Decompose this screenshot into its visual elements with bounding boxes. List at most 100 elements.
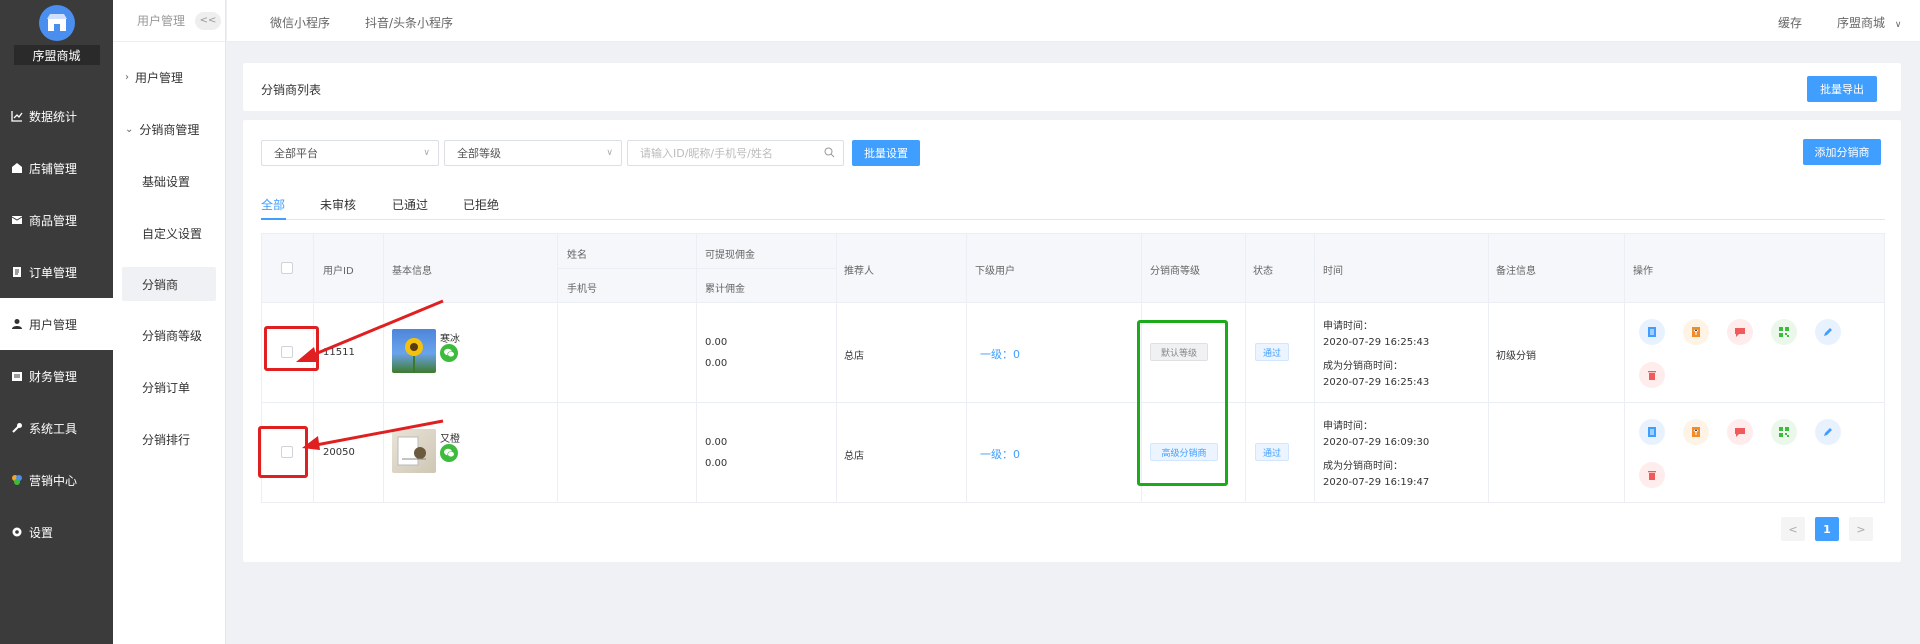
sub-item-distribution-ranking[interactable]: 分销排行 xyxy=(113,413,225,465)
chevron-right-icon: › xyxy=(125,71,129,83)
store-icon xyxy=(10,161,24,175)
sub-item-distributor-levels[interactable]: 分销商等级 xyxy=(113,309,225,361)
next-page-button[interactable]: > xyxy=(1849,517,1873,541)
delete-icon[interactable] xyxy=(1639,462,1665,488)
store-switch-label: 序盟商城 xyxy=(1837,16,1886,30)
col-divider xyxy=(1488,234,1489,502)
sidebar-item-settings[interactable]: 设置 xyxy=(0,506,113,558)
main-sidebar: 序盟商城 数据统计 店铺管理 商品管理 订单管理 用户管理 财务管理 系统工具 … xyxy=(0,0,113,644)
qrcode-icon[interactable] xyxy=(1771,419,1797,445)
sidebar-item-finance[interactable]: 财务管理 xyxy=(0,350,113,402)
list-header-card: 分销商列表 批量导出 xyxy=(243,63,1901,111)
sidebar-item-store[interactable]: 店铺管理 xyxy=(0,142,113,194)
platform-select-value: 全部平台 xyxy=(274,147,318,160)
accumulated-commission: 0.00 xyxy=(705,458,728,469)
edit-icon[interactable] xyxy=(1815,419,1841,445)
col-divider xyxy=(836,234,837,502)
commission-icon[interactable] xyxy=(1683,419,1709,445)
sub-group-users[interactable]: › 用户管理 xyxy=(113,51,225,103)
sidebar-item-marketing[interactable]: 营销中心 xyxy=(0,454,113,506)
brand: 序盟商城 xyxy=(0,0,113,75)
chevron-down-icon: ⌄ xyxy=(125,123,134,135)
col-divider xyxy=(696,234,697,502)
sidebar-item-label: 店铺管理 xyxy=(29,161,78,176)
col-ops: 操作 xyxy=(1633,266,1653,277)
qrcode-icon[interactable] xyxy=(1771,319,1797,345)
sidebar-item-label: 商品管理 xyxy=(29,213,78,228)
store-switch[interactable]: 序盟商城 ∨ xyxy=(1837,14,1901,31)
delete-icon[interactable] xyxy=(1639,362,1665,388)
become-time-label: 成为分销商时间： xyxy=(1323,361,1403,372)
tab-unreviewed[interactable]: 未审核 xyxy=(320,196,356,213)
sidebar-item-label: 系统工具 xyxy=(29,421,78,436)
sidebar-item-orders[interactable]: 订单管理 xyxy=(0,246,113,298)
page-1-button[interactable]: 1 xyxy=(1815,517,1839,541)
sidebar-item-tools[interactable]: 系统工具 xyxy=(0,402,113,454)
edit-icon[interactable] xyxy=(1815,319,1841,345)
sidebar-item-stats[interactable]: 数据统计 xyxy=(0,90,113,142)
withdrawable-commission: 0.00 xyxy=(705,337,728,348)
finance-icon xyxy=(10,369,24,383)
sidebar-item-users[interactable]: 用户管理 xyxy=(0,298,113,350)
top-link-douyin[interactable]: 抖音/头条小程序 xyxy=(365,14,453,31)
become-time: 2020-07-29 16:25:43 xyxy=(1323,377,1430,388)
gear-icon xyxy=(10,525,24,539)
sub-item-distributors[interactable]: 分销商 xyxy=(122,267,216,301)
prev-page-button[interactable]: < xyxy=(1781,517,1805,541)
tab-rejected[interactable]: 已拒绝 xyxy=(463,196,499,213)
detail-icon[interactable] xyxy=(1639,419,1665,445)
sidebar-item-label: 财务管理 xyxy=(29,369,78,384)
level-select-value: 全部等级 xyxy=(457,147,501,160)
collapse-button[interactable]: << xyxy=(195,11,222,30)
cache-link[interactable]: 缓存 xyxy=(1778,14,1802,31)
status-badge: 通过 xyxy=(1255,443,1289,461)
search-input[interactable]: 请输入ID/昵称/手机号/姓名 xyxy=(627,140,844,166)
sub-item-basic-settings[interactable]: 基础设置 xyxy=(113,155,225,207)
active-tab-indicator xyxy=(261,218,286,220)
level-select[interactable]: 全部等级 ∨ xyxy=(444,140,622,166)
batch-settings-button[interactable]: 批量设置 xyxy=(852,140,920,166)
message-icon[interactable] xyxy=(1727,319,1753,345)
referrer: 总店 xyxy=(844,451,864,462)
downline-link[interactable]: 一级：0 xyxy=(980,346,1020,362)
chevron-down-icon: ∨ xyxy=(423,148,430,158)
status-badge: 通过 xyxy=(1255,343,1289,361)
platform-select[interactable]: 全部平台 ∨ xyxy=(261,140,439,166)
header-divider xyxy=(262,302,1884,303)
sidebar-item-label: 设置 xyxy=(29,525,54,540)
top-link-wechat[interactable]: 微信小程序 xyxy=(270,14,330,31)
apply-time-label: 申请时间： xyxy=(1323,421,1373,432)
downline-link[interactable]: 一级：0 xyxy=(980,446,1020,462)
marketing-icon xyxy=(10,473,24,487)
user-icon xyxy=(10,317,24,331)
sidebar-item-goods[interactable]: 商品管理 xyxy=(0,194,113,246)
row-divider xyxy=(262,402,1884,403)
search-icon[interactable] xyxy=(824,147,835,161)
col-name: 姓名 xyxy=(567,250,587,261)
tab-approved[interactable]: 已通过 xyxy=(392,196,428,213)
chart-line-icon xyxy=(10,109,24,123)
page-title: 分销商列表 xyxy=(261,83,322,97)
apply-time-label: 申请时间： xyxy=(1323,321,1373,332)
col-divider xyxy=(1314,234,1315,502)
annotation-green-box xyxy=(1137,320,1228,486)
commission-icon[interactable] xyxy=(1683,319,1709,345)
detail-icon[interactable] xyxy=(1639,319,1665,345)
order-icon xyxy=(10,265,24,279)
add-distributor-button[interactable]: 添加分销商 xyxy=(1803,139,1881,165)
tab-all[interactable]: 全部 xyxy=(261,196,285,213)
sub-item-distribution-orders[interactable]: 分销订单 xyxy=(113,361,225,413)
apply-time: 2020-07-29 16:25:43 xyxy=(1323,337,1430,348)
col-accumulated: 累计佣金 xyxy=(705,284,745,295)
message-icon[interactable] xyxy=(1727,419,1753,445)
sub-group-distributors[interactable]: ⌄ 分销商管理 xyxy=(113,103,225,155)
col-divider xyxy=(557,234,558,502)
col-status: 状态 xyxy=(1253,266,1273,277)
col-downline: 下级用户 xyxy=(975,266,1015,277)
sub-item-custom-settings[interactable]: 自定义设置 xyxy=(113,207,225,259)
goods-icon xyxy=(10,213,24,227)
accumulated-commission: 0.00 xyxy=(705,358,728,369)
batch-export-button[interactable]: 批量导出 xyxy=(1807,76,1877,102)
select-all-checkbox[interactable] xyxy=(281,262,293,274)
sub-sidebar-header: 用户管理 << xyxy=(113,0,225,42)
